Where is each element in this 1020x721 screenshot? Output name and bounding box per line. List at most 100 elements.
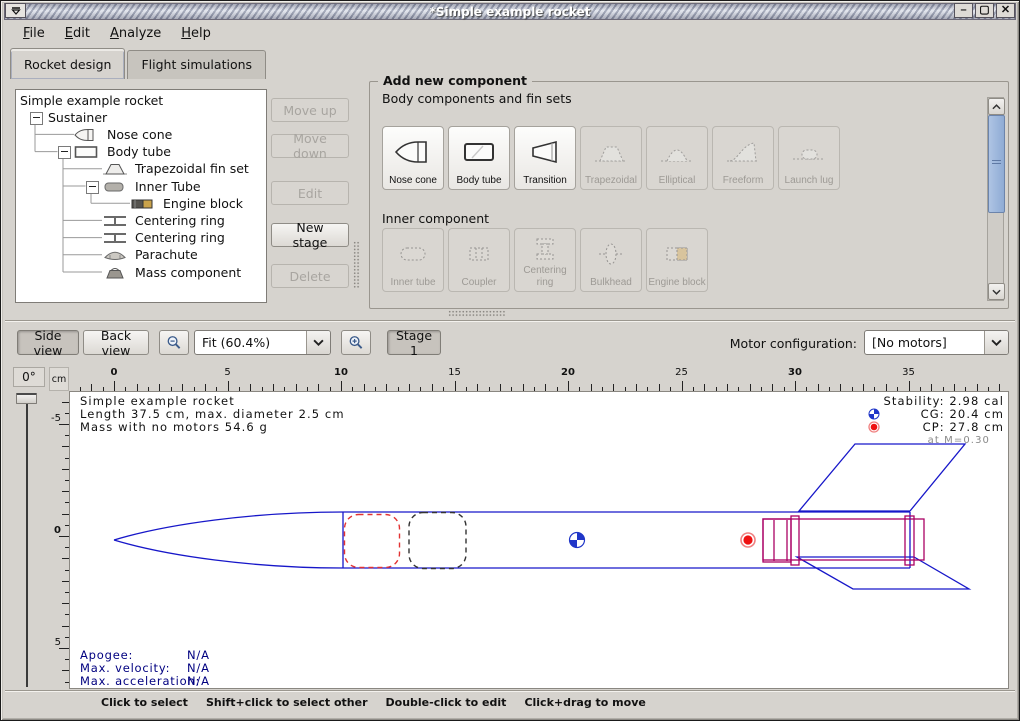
add-engine-block-button[interactable]: Engine block: [646, 228, 708, 292]
flight-data-label: Apogee:: [80, 648, 133, 662]
scroll-down-button[interactable]: [988, 283, 1005, 300]
tree-expander-minus[interactable]: [30, 112, 43, 125]
tree-row-body-tube[interactable]: Body tube: [16, 143, 266, 160]
vertical-splitter-handle[interactable]: [353, 241, 360, 289]
tree-row-inner-tube[interactable]: Inner Tube: [16, 178, 266, 195]
menu-help[interactable]: Help: [173, 24, 219, 43]
body-tube-icon: [459, 137, 499, 167]
tree-row-nose-cone[interactable]: Nose cone: [16, 126, 266, 143]
section-label-inner-component: Inner component: [382, 211, 489, 226]
v-ruler-label: 0: [54, 525, 61, 536]
rotation-angle-display: 0°: [13, 367, 45, 387]
stability-text: Stability: 2.98 cal: [884, 394, 1004, 408]
add-nose-cone-button[interactable]: Nose cone: [382, 126, 444, 190]
tree-item-label: Mass component: [135, 265, 241, 280]
fin-set-icon: [102, 161, 128, 175]
add-component-panel: Add new component Body components and fi…: [369, 81, 1009, 309]
window-title: *Simple example rocket: [430, 6, 591, 18]
tab-flight-simulations[interactable]: Flight simulations: [127, 50, 266, 79]
component-tree[interactable]: Simple example rocketSustainerNose coneB…: [15, 89, 267, 303]
tree-row-sustainer[interactable]: Sustainer: [16, 109, 266, 126]
add-bulkhead-button[interactable]: Bulkhead: [580, 228, 642, 292]
add-transition-button[interactable]: Transition: [514, 126, 576, 190]
tree-row-parachute[interactable]: Parachute: [16, 246, 266, 263]
rotation-slider-track[interactable]: [26, 399, 28, 687]
add-inner-tube-button[interactable]: Inner tube: [382, 228, 444, 292]
add-trapezoidal-button[interactable]: Trapezoidal: [580, 126, 642, 190]
inner-tube-icon: [102, 179, 128, 193]
side-view-button[interactable]: Side view: [17, 330, 79, 355]
component-button-label: Body tube: [456, 175, 501, 187]
tab-rocket-design[interactable]: Rocket design: [10, 48, 125, 79]
move-up-button[interactable]: Move up: [271, 98, 349, 122]
zoom-level-select[interactable]: Fit (60.4%): [194, 330, 331, 355]
centering-ring-icon: [102, 230, 128, 244]
tree-item-label: Nose cone: [107, 127, 172, 142]
menu-analyze[interactable]: Analyze: [102, 24, 169, 43]
tree-item-label: Parachute: [135, 247, 198, 262]
parachute-outline[interactable]: [345, 515, 400, 568]
cg-marker: [570, 533, 585, 548]
window-controls: – ▢ ✕: [954, 3, 1015, 18]
move-down-button[interactable]: Move down: [271, 134, 349, 158]
component-button-label: Nose cone: [389, 175, 437, 187]
mass-component-outline[interactable]: [409, 513, 466, 569]
scroll-up-button[interactable]: [988, 98, 1005, 115]
h-ruler-label: 35: [899, 367, 919, 378]
zoom-in-button[interactable]: [341, 330, 371, 355]
figure-info-line-2: Length 37.5 cm, max. diameter 2.5 cm: [80, 407, 345, 421]
add-elliptical-button[interactable]: Elliptical: [646, 126, 708, 190]
menu-file[interactable]: File: [15, 24, 53, 43]
add-centering-ring-button[interactable]: Centering ring: [514, 228, 576, 292]
menu-edit[interactable]: Edit: [57, 24, 98, 43]
tree-row-root[interactable]: Simple example rocket: [16, 92, 266, 109]
edit-button[interactable]: Edit: [271, 181, 349, 205]
titlebar[interactable]: *Simple example rocket: [4, 3, 1016, 20]
component-scrollbar[interactable]: [987, 97, 1004, 301]
back-view-button[interactable]: Back view: [83, 330, 149, 355]
trapezoidal-fin-icon: [591, 137, 631, 167]
tree-row-trapezoidal-fin-set[interactable]: Trapezoidal fin set: [16, 160, 266, 177]
fin-set-outline[interactable]: [797, 444, 969, 589]
window-menu-button[interactable]: [5, 3, 26, 18]
figure-info-line-1: Simple example rocket: [80, 394, 235, 408]
tree-row-centering-ring[interactable]: Centering ring: [16, 212, 266, 229]
add-freeform-button[interactable]: Freeform: [712, 126, 774, 190]
maximize-button[interactable]: ▢: [975, 3, 994, 18]
motor-config-dropdown-button[interactable]: [984, 331, 1008, 354]
flight-data-label: Max. velocity:: [80, 661, 170, 675]
nose-cone-outline[interactable]: [114, 512, 343, 568]
zoom-select-dropdown-button[interactable]: [306, 331, 330, 354]
rocket-figure-canvas[interactable]: Simple example rocket Length 37.5 cm, ma…: [69, 391, 1009, 689]
component-button-row: Nose cone Body tube Transition TrapezoidalE…: [382, 126, 840, 190]
zoom-out-button[interactable]: [159, 330, 189, 355]
stage-1-toggle[interactable]: Stage 1: [387, 330, 441, 355]
add-launch-lug-button[interactable]: Launch lug: [778, 126, 840, 190]
menu-bar: FileEditAnalyzeHelp: [5, 22, 1015, 45]
component-button-label: Transition: [523, 175, 567, 187]
cg-legend-icon: [869, 409, 879, 419]
tree-row-centering-ring[interactable]: Centering ring: [16, 229, 266, 246]
delete-button[interactable]: Delete: [271, 264, 349, 288]
component-button-label: Coupler: [461, 277, 496, 289]
rotation-slider-handle[interactable]: [16, 393, 37, 404]
tree-row-mass-component[interactable]: Mass component: [16, 264, 266, 281]
vertical-ruler: -505: [49, 391, 69, 689]
tree-expander-minus[interactable]: [86, 181, 99, 194]
engine-block-icon: [130, 196, 156, 210]
tree-expander-minus[interactable]: [58, 146, 71, 159]
nose-cone-icon: [74, 127, 100, 141]
add-body-tube-button[interactable]: Body tube: [448, 126, 510, 190]
scrollbar-thumb[interactable]: [988, 115, 1005, 213]
new-stage-button[interactable]: New stage: [271, 223, 349, 247]
tree-row-engine-block[interactable]: Engine block: [16, 195, 266, 212]
horizontal-splitter-handle[interactable]: [448, 310, 506, 317]
minimize-button[interactable]: –: [954, 3, 973, 18]
close-button[interactable]: ✕: [996, 3, 1015, 18]
motor-configuration-select[interactable]: [No motors]: [864, 330, 1009, 355]
coupler-icon: [459, 239, 499, 269]
ruler-unit-label: cm: [49, 367, 69, 391]
engine-block-outline[interactable]: [763, 519, 791, 562]
add-coupler-button[interactable]: Coupler: [448, 228, 510, 292]
component-button-label: Freeform: [723, 175, 764, 187]
